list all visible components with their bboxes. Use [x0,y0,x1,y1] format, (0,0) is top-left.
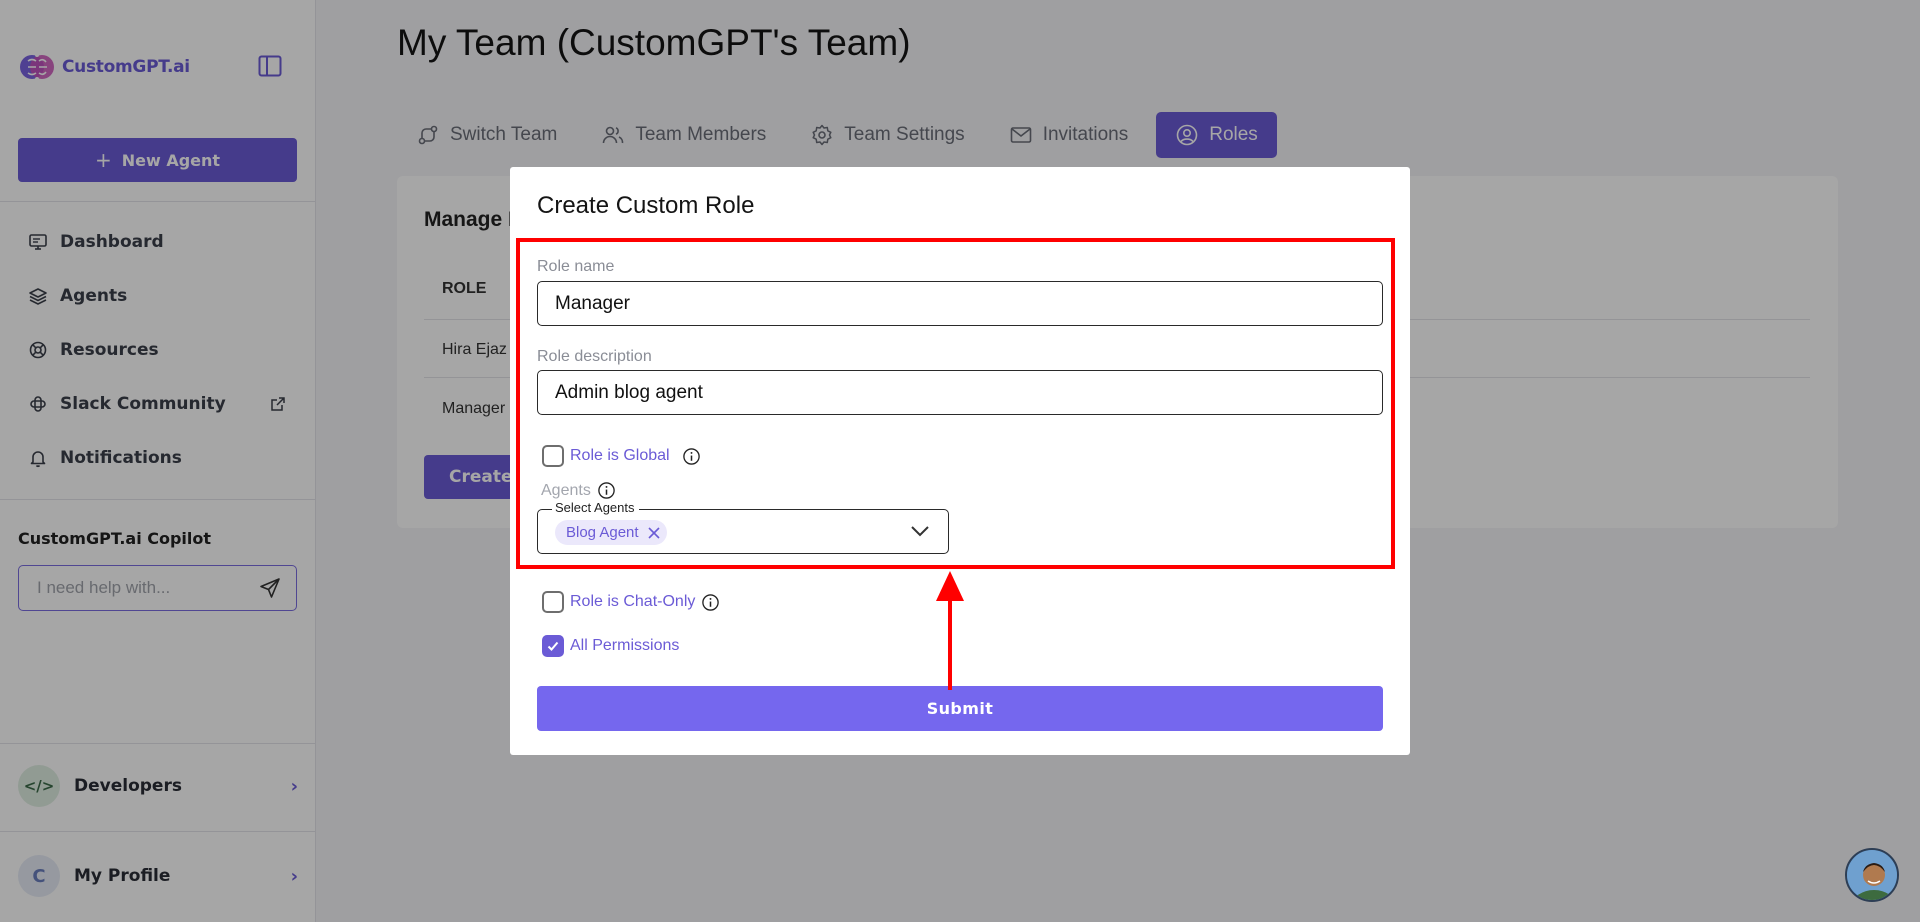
chip-label: Blog Agent [566,524,639,541]
role-global-row: Role is Global [542,445,701,467]
check-icon [547,641,559,651]
role-chat-only-row: Role is Chat-Only [542,591,720,613]
select-agents-dropdown[interactable]: Select Agents Blog Agent [537,500,949,554]
support-avatar[interactable] [1845,848,1899,902]
all-permissions-label[interactable]: All Permissions [570,637,679,655]
selected-agent-chip: Blog Agent [555,520,667,545]
select-agents-legend: Select Agents [552,500,639,515]
all-permissions-checkbox[interactable] [542,635,564,657]
agents-label-row: Agents [541,481,616,500]
create-custom-role-dialog: Create Custom Role Role name Role descri… [510,167,1410,755]
info-icon[interactable] [597,481,616,500]
dialog-title: Create Custom Role [537,192,755,219]
role-description-input[interactable] [537,370,1383,415]
role-name-input[interactable] [537,281,1383,326]
info-icon[interactable] [682,447,701,466]
chevron-down-icon[interactable] [910,524,930,538]
role-description-label: Role description [537,348,652,365]
agents-label: Agents [541,481,591,499]
remove-chip-icon[interactable] [647,526,661,540]
all-permissions-row: All Permissions [542,635,679,657]
info-icon[interactable] [701,593,720,612]
role-global-checkbox[interactable] [542,445,564,467]
role-name-label: Role name [537,258,615,275]
role-chat-only-checkbox[interactable] [542,591,564,613]
submit-button[interactable]: Submit [537,686,1383,731]
role-global-label[interactable]: Role is Global [570,447,670,465]
role-chat-only-label[interactable]: Role is Chat-Only [570,593,695,611]
